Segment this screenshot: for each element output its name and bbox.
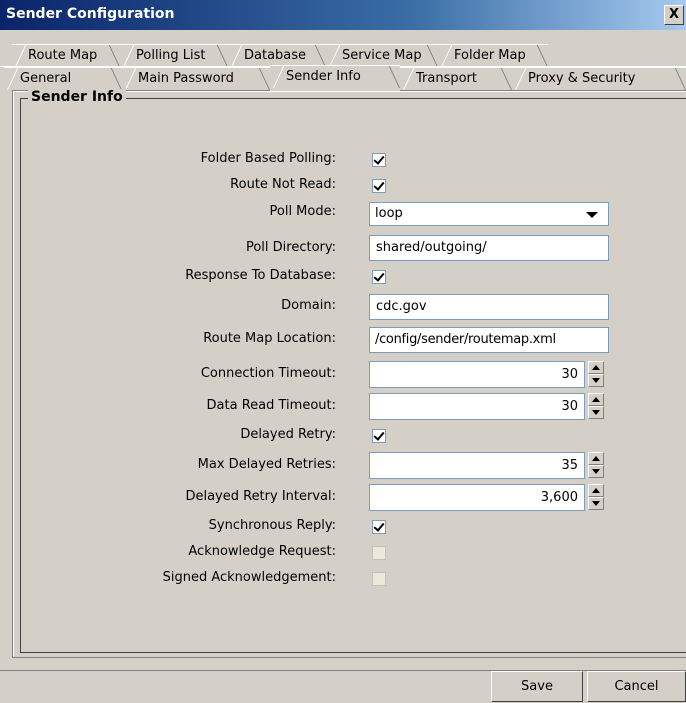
- tab-polling-list[interactable]: Polling List: [120, 44, 228, 66]
- tab-sender-info[interactable]: Sender Info: [270, 65, 400, 91]
- data-read-timeout-label: Data Read Timeout:: [206, 398, 336, 413]
- increment-arrow-icon[interactable]: [588, 393, 604, 406]
- connection-timeout-spinner[interactable]: 30: [369, 361, 609, 388]
- response-to-database-label: Response To Database:: [185, 268, 336, 283]
- poll-directory-label: Poll Directory:: [245, 240, 336, 255]
- delayed-retry-interval-value[interactable]: 3,600: [369, 484, 585, 511]
- signed-acknowledgement-label: Signed Acknowledgement:: [162, 570, 336, 585]
- tab-main-password[interactable]: Main Password: [122, 67, 270, 89]
- folder-based-polling-checkbox[interactable]: [372, 153, 386, 167]
- route-map-location-label: Route Map Location:: [203, 331, 336, 346]
- tab-database[interactable]: Database: [228, 44, 326, 66]
- acknowledge-request-label: Acknowledge Request:: [188, 544, 336, 559]
- poll-mode-select[interactable]: loop: [369, 202, 609, 226]
- sender-configuration-window: Sender Configuration X Route Map Polling…: [0, 0, 686, 703]
- domain-label: Domain:: [281, 298, 336, 313]
- chevron-down-icon[interactable]: [586, 212, 598, 218]
- max-delayed-retries-spinner[interactable]: 35: [369, 452, 609, 479]
- cancel-button[interactable]: Cancel: [587, 671, 686, 702]
- domain-field[interactable]: cdc.gov: [369, 294, 609, 320]
- tab-transport[interactable]: Transport: [400, 67, 512, 89]
- decrement-arrow-icon[interactable]: [588, 374, 604, 387]
- decrement-arrow-icon[interactable]: [588, 497, 604, 510]
- connection-timeout-value[interactable]: 30: [369, 361, 585, 388]
- poll-directory-field[interactable]: shared/outgoing/: [369, 235, 609, 261]
- close-button[interactable]: X: [664, 5, 684, 25]
- max-delayed-retries-value[interactable]: 35: [369, 452, 585, 479]
- acknowledge-request-checkbox[interactable]: [372, 546, 386, 560]
- section-title: Sender Info: [28, 89, 126, 105]
- button-bar: [0, 670, 686, 703]
- poll-mode-value: loop: [375, 206, 403, 221]
- window-title: Sender Configuration: [6, 6, 175, 22]
- tab-proxy-security[interactable]: Proxy & Security: [512, 67, 686, 89]
- synchronous-reply-checkbox[interactable]: [372, 520, 386, 534]
- save-button[interactable]: Save: [491, 671, 583, 702]
- folder-based-polling-label: Folder Based Polling:: [200, 151, 336, 166]
- title-bar[interactable]: Sender Configuration X: [0, 0, 686, 30]
- synchronous-reply-label: Synchronous Reply:: [208, 518, 336, 533]
- tab-folder-map[interactable]: Folder Map: [438, 44, 548, 66]
- signed-acknowledgement-checkbox[interactable]: [372, 572, 386, 586]
- route-not-read-label: Route Not Read:: [230, 177, 336, 192]
- connection-timeout-label: Connection Timeout:: [200, 366, 336, 381]
- max-delayed-retries-label: Max Delayed Retries:: [197, 457, 336, 472]
- tab-route-map[interactable]: Route Map: [12, 44, 120, 66]
- delayed-retry-checkbox[interactable]: [372, 429, 386, 443]
- delayed-retry-interval-label: Delayed Retry Interval:: [185, 489, 336, 504]
- tab-general[interactable]: General: [4, 67, 122, 89]
- increment-arrow-icon[interactable]: [588, 484, 604, 497]
- decrement-arrow-icon[interactable]: [588, 406, 604, 419]
- response-to-database-checkbox[interactable]: [372, 270, 386, 284]
- route-map-location-field[interactable]: /config/sender/routemap.xml: [369, 327, 609, 353]
- increment-arrow-icon[interactable]: [588, 452, 604, 465]
- delayed-retry-interval-spinner[interactable]: 3,600: [369, 484, 609, 511]
- close-icon: X: [668, 7, 680, 22]
- tab-service-map[interactable]: Service Map: [326, 44, 438, 66]
- data-read-timeout-spinner[interactable]: 30: [369, 393, 609, 420]
- delayed-retry-label: Delayed Retry:: [240, 427, 336, 442]
- increment-arrow-icon[interactable]: [588, 361, 604, 374]
- decrement-arrow-icon[interactable]: [588, 465, 604, 478]
- poll-mode-label: Poll Mode:: [269, 204, 337, 219]
- data-read-timeout-value[interactable]: 30: [369, 393, 585, 420]
- route-not-read-checkbox[interactable]: [372, 179, 386, 193]
